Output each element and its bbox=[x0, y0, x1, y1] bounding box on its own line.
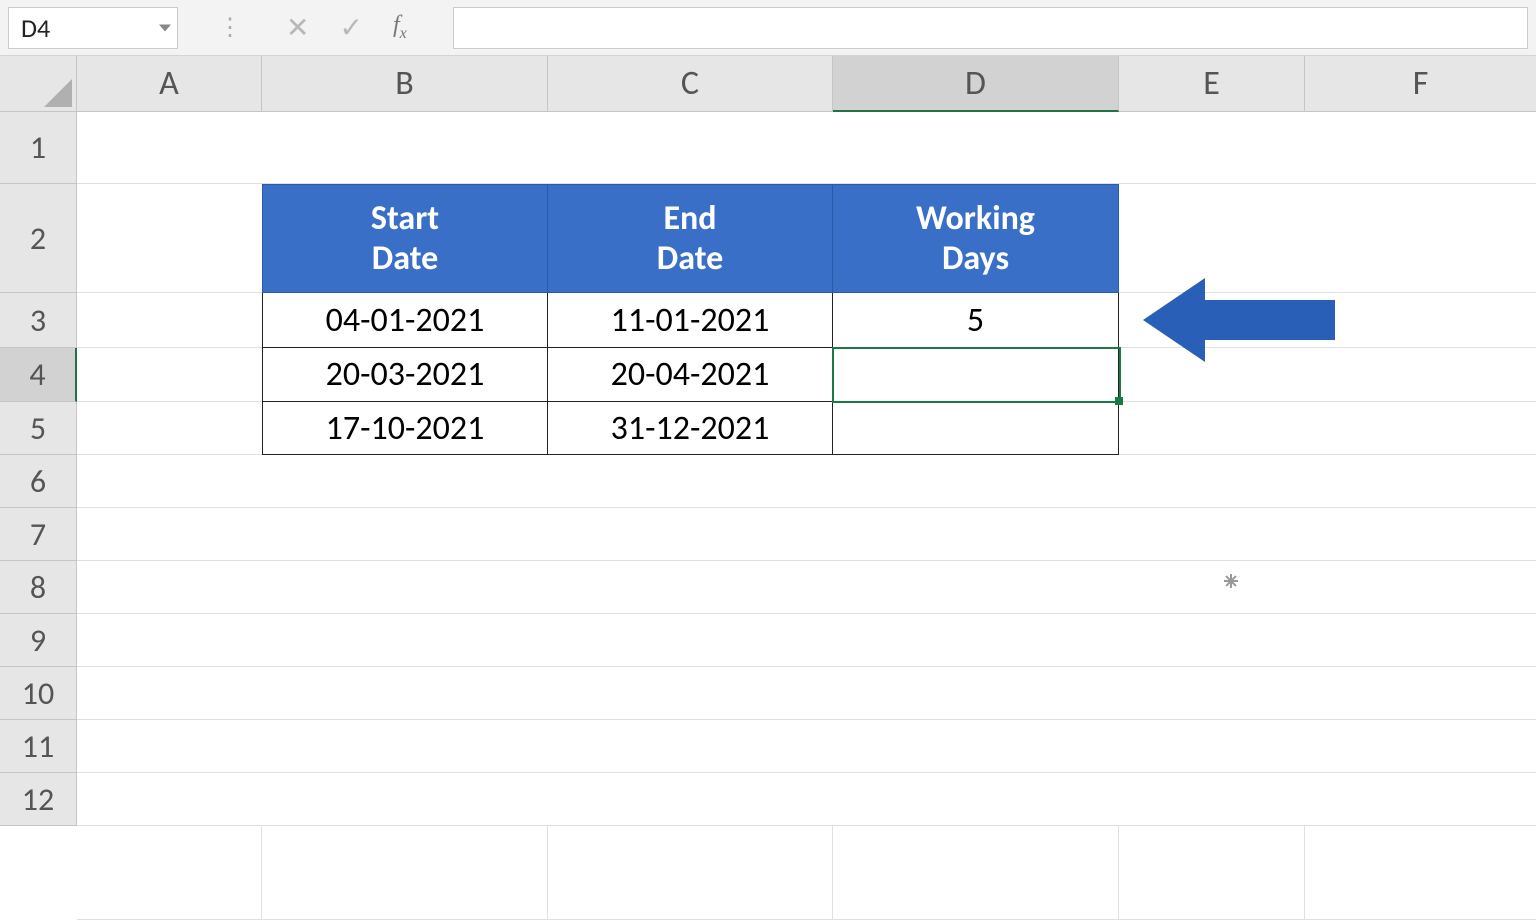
name-box-value: D4 bbox=[21, 12, 50, 44]
row-header-6[interactable]: 6 bbox=[0, 455, 77, 508]
separator-icon: ⋮ bbox=[218, 13, 242, 42]
header-text: Working Days bbox=[916, 199, 1035, 277]
cell-text: 17-10-2021 bbox=[326, 408, 485, 449]
row-header-9[interactable]: 9 bbox=[0, 614, 77, 667]
chevron-down-icon[interactable] bbox=[159, 24, 171, 31]
cursor-cross-icon bbox=[1224, 574, 1238, 588]
row-header-11[interactable]: 11 bbox=[0, 720, 77, 773]
formula-bar-actions: ✕ ✓ fx bbox=[282, 10, 407, 45]
cell-text: 04-01-2021 bbox=[326, 300, 485, 341]
row-line bbox=[77, 667, 1536, 720]
col-label: A bbox=[159, 63, 179, 104]
cell-b4[interactable]: 20-03-2021 bbox=[262, 348, 548, 402]
cell-text: 20-04-2021 bbox=[611, 354, 770, 395]
header-text: End Date bbox=[657, 199, 723, 277]
table-header-end-date[interactable]: End Date bbox=[548, 184, 833, 293]
col-label: D bbox=[965, 63, 986, 104]
col-label: F bbox=[1413, 63, 1429, 104]
cell-d4[interactable] bbox=[833, 348, 1119, 402]
col-label: C bbox=[681, 63, 699, 104]
cell-c4[interactable]: 20-04-2021 bbox=[548, 348, 833, 402]
row-header-7[interactable]: 7 bbox=[0, 508, 77, 561]
col-header-a[interactable]: A bbox=[77, 56, 262, 112]
row-header-12[interactable]: 12 bbox=[0, 773, 77, 826]
name-box[interactable]: D4 bbox=[8, 7, 178, 49]
col-header-d[interactable]: D bbox=[833, 56, 1119, 112]
row-line bbox=[77, 112, 1536, 184]
cell-c3[interactable]: 11-01-2021 bbox=[548, 293, 833, 348]
row-header-4[interactable]: 4 bbox=[0, 348, 77, 402]
row-line bbox=[77, 720, 1536, 773]
cell-text: 31-12-2021 bbox=[611, 408, 770, 449]
col-label: B bbox=[395, 63, 414, 104]
col-header-e[interactable]: E bbox=[1119, 56, 1305, 112]
arrow-body bbox=[1205, 300, 1335, 340]
row-header-5[interactable]: 5 bbox=[0, 402, 77, 455]
table-header-working-days[interactable]: Working Days bbox=[833, 184, 1119, 293]
col-header-f[interactable]: F bbox=[1305, 56, 1536, 112]
col-header-b[interactable]: B bbox=[262, 56, 548, 112]
formula-bar-row: D4 ⋮ ✕ ✓ fx bbox=[0, 0, 1536, 56]
cell-text: 11-01-2021 bbox=[611, 300, 770, 341]
col-label: E bbox=[1203, 63, 1220, 104]
table-header-start-date[interactable]: Start Date bbox=[262, 184, 548, 293]
row-header-10[interactable]: 10 bbox=[0, 667, 77, 720]
row-line bbox=[77, 455, 1536, 508]
row-line bbox=[77, 561, 1536, 614]
row-header-3[interactable]: 3 bbox=[0, 293, 77, 348]
select-all-corner[interactable] bbox=[0, 56, 77, 112]
row-line bbox=[77, 508, 1536, 561]
row-headers: 1 2 3 4 5 6 7 8 9 10 11 12 bbox=[0, 112, 77, 826]
arrow-annotation bbox=[1205, 300, 1335, 340]
row-line bbox=[77, 614, 1536, 667]
formula-input[interactable] bbox=[453, 7, 1528, 49]
cell-c5[interactable]: 31-12-2021 bbox=[548, 402, 833, 455]
col-header-c[interactable]: C bbox=[548, 56, 833, 112]
cell-b3[interactable]: 04-01-2021 bbox=[262, 293, 548, 348]
cell-text: 20-03-2021 bbox=[326, 354, 485, 395]
column-headers: A B C D E F bbox=[77, 56, 1536, 112]
cell-b5[interactable]: 17-10-2021 bbox=[262, 402, 548, 455]
cell-d3[interactable]: 5 bbox=[833, 293, 1119, 348]
arrow-head-icon bbox=[1143, 278, 1205, 362]
cancel-icon: ✕ bbox=[286, 10, 309, 45]
row-header-1[interactable]: 1 bbox=[0, 112, 77, 184]
cell-text: 5 bbox=[967, 300, 984, 341]
fx-icon[interactable]: fx bbox=[393, 12, 407, 43]
row-header-8[interactable]: 8 bbox=[0, 561, 77, 614]
header-text: Start Date bbox=[371, 199, 439, 277]
row-header-2[interactable]: 2 bbox=[0, 184, 77, 293]
accept-icon: ✓ bbox=[339, 10, 362, 45]
cell-d5[interactable] bbox=[833, 402, 1119, 455]
row-line bbox=[77, 773, 1536, 826]
